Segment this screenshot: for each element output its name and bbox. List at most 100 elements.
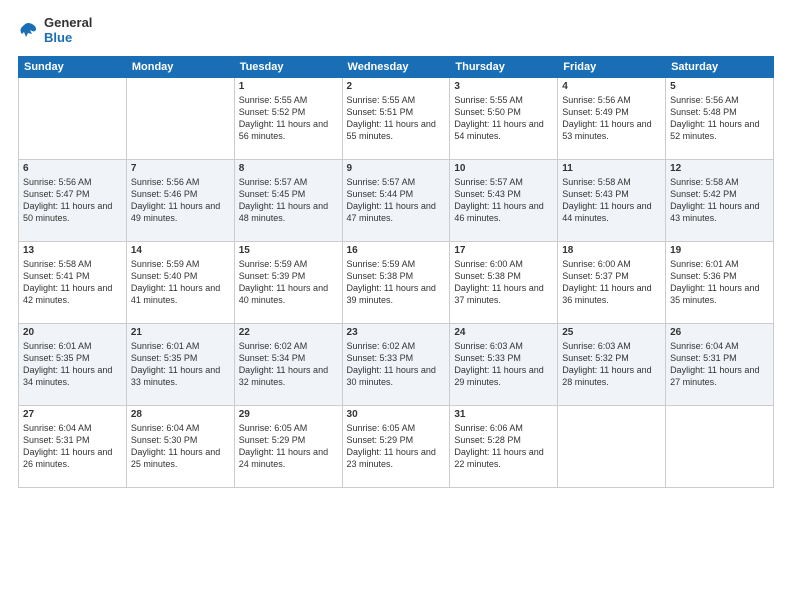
cell-content: Sunrise: 6:03 AMSunset: 5:32 PMDaylight:… xyxy=(562,340,661,389)
day-cell: 4Sunrise: 5:56 AMSunset: 5:49 PMDaylight… xyxy=(558,77,666,159)
logo-bird-icon xyxy=(18,21,38,41)
day-number: 23 xyxy=(347,327,446,338)
cell-content: Sunrise: 6:02 AMSunset: 5:33 PMDaylight:… xyxy=(347,340,446,389)
day-number: 4 xyxy=(562,81,661,92)
cell-content: Sunrise: 5:57 AMSunset: 5:43 PMDaylight:… xyxy=(454,176,553,225)
cell-content: Sunrise: 5:58 AMSunset: 5:43 PMDaylight:… xyxy=(562,176,661,225)
weekday-header-tuesday: Tuesday xyxy=(234,56,342,77)
day-number: 7 xyxy=(131,163,230,174)
day-number: 29 xyxy=(239,409,338,420)
day-cell: 7 Sunrise: 5:56 AMSunset: 5:46 PMDaylight… xyxy=(126,159,234,241)
week-row-5: 27Sunrise: 6:04 AMSunset: 5:31 PMDayligh… xyxy=(19,405,774,487)
logo: General Blue xyxy=(18,16,92,46)
day-number: 10 xyxy=(454,163,553,174)
weekday-header-wednesday: Wednesday xyxy=(342,56,450,77)
day-cell: 30 Sunrise: 6:05 AMSunset: 5:29 PMDayligh… xyxy=(342,405,450,487)
cell-content: Sunrise: 6:03 AMSunset: 5:33 PMDaylight:… xyxy=(454,340,553,389)
day-number: 22 xyxy=(239,327,338,338)
day-number: 6 xyxy=(23,163,122,174)
day-cell: 22 Sunrise: 6:02 AMSunset: 5:34 PMDayligh… xyxy=(234,323,342,405)
week-row-4: 20Sunrise: 6:01 AMSunset: 5:35 PMDayligh… xyxy=(19,323,774,405)
cell-content: Sunrise: 5:57 AMSunset: 5:44 PMDaylight:… xyxy=(347,176,446,225)
day-number: 2 xyxy=(347,81,446,92)
week-row-1: 1 Sunrise: 5:55 AMSunset: 5:52 PMDaylight… xyxy=(19,77,774,159)
cell-content: Sunrise: 5:55 AMSunset: 5:52 PMDaylight:… xyxy=(239,94,338,143)
day-cell xyxy=(558,405,666,487)
day-cell: 13 Sunrise: 5:58 AMSunset: 5:41 PMDayligh… xyxy=(19,241,127,323)
day-cell: 27Sunrise: 6:04 AMSunset: 5:31 PMDayligh… xyxy=(19,405,127,487)
cell-content: Sunrise: 6:02 AMSunset: 5:34 PMDaylight:… xyxy=(239,340,338,389)
header-row: SundayMondayTuesdayWednesdayThursdayFrid… xyxy=(19,56,774,77)
day-cell: 24 Sunrise: 6:03 AMSunset: 5:33 PMDayligh… xyxy=(450,323,558,405)
logo-line2: Blue xyxy=(44,31,92,46)
page: General Blue SundayMondayTuesdayWednesda… xyxy=(0,0,792,612)
cell-content: Sunrise: 6:05 AMSunset: 5:29 PMDaylight:… xyxy=(347,422,446,471)
cell-content: Sunrise: 6:04 AMSunset: 5:30 PMDaylight:… xyxy=(131,422,230,471)
day-cell: 8 Sunrise: 5:57 AMSunset: 5:45 PMDaylight… xyxy=(234,159,342,241)
day-cell: 9Sunrise: 5:57 AMSunset: 5:44 PMDaylight… xyxy=(342,159,450,241)
cell-content: Sunrise: 6:04 AMSunset: 5:31 PMDaylight:… xyxy=(23,422,122,471)
cell-content: Sunrise: 5:55 AMSunset: 5:50 PMDaylight:… xyxy=(454,94,553,143)
day-cell: 11 Sunrise: 5:58 AMSunset: 5:43 PMDayligh… xyxy=(558,159,666,241)
calendar-table: SundayMondayTuesdayWednesdayThursdayFrid… xyxy=(18,56,774,488)
day-number: 25 xyxy=(562,327,661,338)
week-row-3: 13 Sunrise: 5:58 AMSunset: 5:41 PMDayligh… xyxy=(19,241,774,323)
day-number: 26 xyxy=(670,327,769,338)
day-number: 28 xyxy=(131,409,230,420)
weekday-header-saturday: Saturday xyxy=(666,56,774,77)
day-number: 5 xyxy=(670,81,769,92)
cell-content: Sunrise: 5:59 AMSunset: 5:38 PMDaylight:… xyxy=(347,258,446,307)
day-number: 21 xyxy=(131,327,230,338)
weekday-header-monday: Monday xyxy=(126,56,234,77)
cell-content: Sunrise: 6:06 AMSunset: 5:28 PMDaylight:… xyxy=(454,422,553,471)
day-cell: 3 Sunrise: 5:55 AMSunset: 5:50 PMDaylight… xyxy=(450,77,558,159)
day-number: 31 xyxy=(454,409,553,420)
day-number: 15 xyxy=(239,245,338,256)
day-cell: 21Sunrise: 6:01 AMSunset: 5:35 PMDayligh… xyxy=(126,323,234,405)
day-cell: 20Sunrise: 6:01 AMSunset: 5:35 PMDayligh… xyxy=(19,323,127,405)
cell-content: Sunrise: 5:57 AMSunset: 5:45 PMDaylight:… xyxy=(239,176,338,225)
day-number: 8 xyxy=(239,163,338,174)
day-cell: 28 Sunrise: 6:04 AMSunset: 5:30 PMDayligh… xyxy=(126,405,234,487)
day-number: 20 xyxy=(23,327,122,338)
weekday-header-friday: Friday xyxy=(558,56,666,77)
day-number: 24 xyxy=(454,327,553,338)
day-number: 13 xyxy=(23,245,122,256)
cell-content: Sunrise: 6:00 AMSunset: 5:37 PMDaylight:… xyxy=(562,258,661,307)
weekday-header-sunday: Sunday xyxy=(19,56,127,77)
cell-content: Sunrise: 5:59 AMSunset: 5:40 PMDaylight:… xyxy=(131,258,230,307)
cell-content: Sunrise: 5:56 AMSunset: 5:46 PMDaylight:… xyxy=(131,176,230,225)
day-cell: 18Sunrise: 6:00 AMSunset: 5:37 PMDayligh… xyxy=(558,241,666,323)
day-number: 19 xyxy=(670,245,769,256)
day-cell: 1 Sunrise: 5:55 AMSunset: 5:52 PMDaylight… xyxy=(234,77,342,159)
day-cell: 14Sunrise: 5:59 AMSunset: 5:40 PMDayligh… xyxy=(126,241,234,323)
week-row-2: 6 Sunrise: 5:56 AMSunset: 5:47 PMDaylight… xyxy=(19,159,774,241)
day-cell: 19 Sunrise: 6:01 AMSunset: 5:36 PMDayligh… xyxy=(666,241,774,323)
cell-content: Sunrise: 5:58 AMSunset: 5:42 PMDaylight:… xyxy=(670,176,769,225)
cell-content: Sunrise: 5:58 AMSunset: 5:41 PMDaylight:… xyxy=(23,258,122,307)
day-cell: 2 Sunrise: 5:55 AMSunset: 5:51 PMDaylight… xyxy=(342,77,450,159)
day-cell: 31 Sunrise: 6:06 AMSunset: 5:28 PMDayligh… xyxy=(450,405,558,487)
logo-line1: General xyxy=(44,16,92,31)
cell-content: Sunrise: 5:55 AMSunset: 5:51 PMDaylight:… xyxy=(347,94,446,143)
weekday-header-thursday: Thursday xyxy=(450,56,558,77)
cell-content: Sunrise: 5:56 AMSunset: 5:47 PMDaylight:… xyxy=(23,176,122,225)
day-number: 11 xyxy=(562,163,661,174)
cell-content: Sunrise: 6:04 AMSunset: 5:31 PMDaylight:… xyxy=(670,340,769,389)
day-number: 12 xyxy=(670,163,769,174)
day-cell: 29 Sunrise: 6:05 AMSunset: 5:29 PMDayligh… xyxy=(234,405,342,487)
cell-content: Sunrise: 6:00 AMSunset: 5:38 PMDaylight:… xyxy=(454,258,553,307)
day-cell: 17Sunrise: 6:00 AMSunset: 5:38 PMDayligh… xyxy=(450,241,558,323)
day-cell: 16Sunrise: 5:59 AMSunset: 5:38 PMDayligh… xyxy=(342,241,450,323)
cell-content: Sunrise: 6:01 AMSunset: 5:36 PMDaylight:… xyxy=(670,258,769,307)
day-cell: 10 Sunrise: 5:57 AMSunset: 5:43 PMDayligh… xyxy=(450,159,558,241)
day-cell xyxy=(126,77,234,159)
day-cell: 5Sunrise: 5:56 AMSunset: 5:48 PMDaylight… xyxy=(666,77,774,159)
day-number: 1 xyxy=(239,81,338,92)
day-number: 3 xyxy=(454,81,553,92)
cell-content: Sunrise: 6:05 AMSunset: 5:29 PMDaylight:… xyxy=(239,422,338,471)
day-cell: 23 Sunrise: 6:02 AMSunset: 5:33 PMDayligh… xyxy=(342,323,450,405)
day-cell xyxy=(19,77,127,159)
day-cell: 25 Sunrise: 6:03 AMSunset: 5:32 PMDayligh… xyxy=(558,323,666,405)
day-number: 30 xyxy=(347,409,446,420)
